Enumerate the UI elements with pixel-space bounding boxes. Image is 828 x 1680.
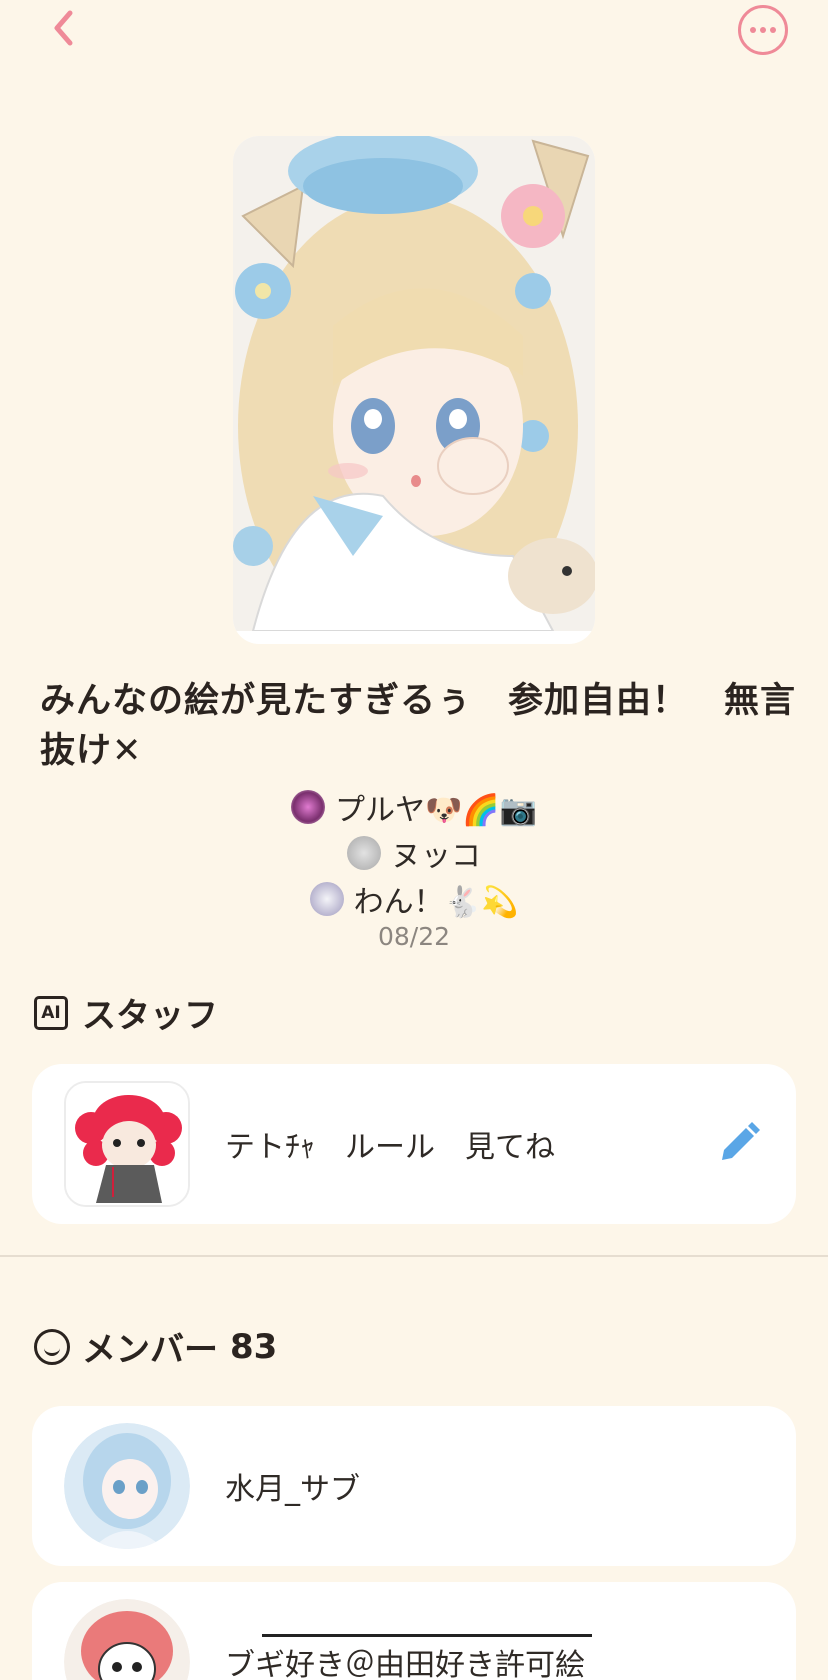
avatar bbox=[64, 1081, 190, 1207]
avatar bbox=[347, 836, 381, 870]
staff-heading-label: スタッフ bbox=[82, 996, 218, 1036]
chevron-left-icon bbox=[54, 10, 73, 46]
members-count: 83 bbox=[230, 1326, 278, 1367]
member-card[interactable]: 水月_サブ bbox=[32, 1406, 796, 1566]
pencil-icon bbox=[722, 1122, 760, 1160]
admin-item[interactable]: プルヤ🐶🌈📷 bbox=[0, 784, 828, 830]
strikethrough-line bbox=[262, 1634, 592, 1637]
avatar bbox=[64, 1599, 190, 1680]
avatar bbox=[290, 790, 325, 824]
edit-button[interactable] bbox=[714, 1120, 762, 1168]
created-date: 08/22 bbox=[377, 922, 451, 951]
member-avatar-art bbox=[64, 1599, 190, 1680]
admin-item[interactable]: ヌッコ bbox=[0, 830, 828, 876]
staff-heading: AI スタッフ bbox=[34, 988, 218, 1037]
members-heading-label: メンバー bbox=[82, 1330, 218, 1370]
member-card[interactable]: ブギ好き＠由田好き許可絵 bbox=[32, 1582, 796, 1680]
member-name: ブギ好き＠由田好き許可絵 bbox=[225, 1648, 585, 1680]
ellipsis-dot bbox=[770, 27, 776, 33]
staff-avatar-art bbox=[66, 1083, 188, 1205]
group-title: みんなの絵が見たすぎるぅ 参加自由！ 無言抜け✕ bbox=[40, 681, 797, 771]
group-cover-image[interactable] bbox=[233, 136, 595, 644]
admin-name: ヌッコ bbox=[391, 839, 481, 874]
avatar bbox=[309, 882, 344, 916]
member-name: 水月_サブ bbox=[225, 1472, 360, 1507]
member-avatar-art bbox=[64, 1423, 190, 1549]
staff-member-card[interactable]: テトﾁｬ ルール 見てね bbox=[32, 1064, 796, 1224]
cover-illustration bbox=[233, 136, 595, 631]
staff-member-name: テトﾁｬ ルール 見てね bbox=[225, 1130, 555, 1165]
back-button[interactable] bbox=[44, 6, 84, 50]
admin-name: わん！🐇💫 bbox=[353, 885, 519, 920]
admin-name: プルヤ🐶🌈📷 bbox=[334, 793, 538, 828]
smile-icon bbox=[34, 1328, 70, 1365]
more-options-button[interactable] bbox=[738, 5, 788, 55]
ai-badge-icon: AI bbox=[34, 995, 68, 1030]
avatar bbox=[64, 1423, 190, 1549]
ellipsis-dot bbox=[760, 27, 766, 33]
members-heading: メンバー 83 bbox=[34, 1322, 277, 1371]
admin-item[interactable]: わん！🐇💫 bbox=[0, 876, 828, 922]
top-bar bbox=[0, 0, 828, 60]
ellipsis-dot bbox=[750, 27, 756, 33]
admin-list: プルヤ🐶🌈📷 ヌッコ わん！🐇💫 bbox=[0, 784, 828, 922]
section-divider bbox=[0, 1255, 828, 1257]
